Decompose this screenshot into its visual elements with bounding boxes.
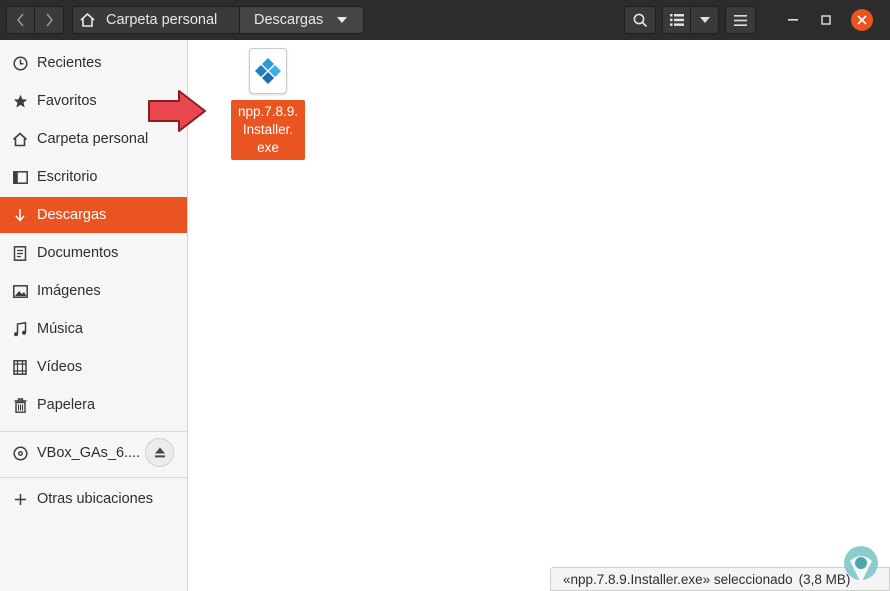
chevron-down-icon bbox=[699, 17, 710, 23]
sidebar-item-label: Descargas bbox=[37, 207, 107, 223]
document-icon bbox=[12, 245, 28, 261]
disc-icon bbox=[12, 445, 28, 461]
menu-button[interactable] bbox=[725, 6, 756, 34]
search-icon bbox=[633, 13, 647, 27]
minimize-icon bbox=[788, 19, 798, 21]
sidebar-item-videos[interactable]: Vídeos bbox=[0, 349, 187, 385]
minimize-button[interactable] bbox=[782, 9, 804, 31]
sidebar-item-label: Música bbox=[37, 321, 83, 337]
sidebar-item-label: Escritorio bbox=[37, 169, 98, 185]
file-view: npp.7.8.9. Installer. exe bbox=[189, 40, 890, 591]
home-icon bbox=[80, 12, 95, 27]
sidebar-item-label: Recientes bbox=[37, 55, 102, 71]
sidebar-item-papelera[interactable]: Papelera bbox=[0, 387, 187, 423]
chevron-down-icon bbox=[337, 17, 348, 23]
clock-icon bbox=[12, 55, 28, 71]
sidebar-item-otras-ubicaciones[interactable]: Otras ubicaciones bbox=[0, 481, 187, 517]
eject-icon bbox=[154, 447, 165, 458]
breadcrumb: Carpeta personal Descargas bbox=[72, 6, 364, 34]
sidebar-item-label: Carpeta personal bbox=[37, 131, 149, 147]
sidebar-item-label: Documentos bbox=[37, 245, 119, 261]
image-icon bbox=[12, 283, 28, 299]
sidebar-item-musica[interactable]: Música bbox=[0, 311, 187, 347]
sidebar-item-label: Papelera bbox=[37, 397, 96, 413]
back-button[interactable] bbox=[6, 6, 35, 34]
breadcrumb-current[interactable]: Descargas bbox=[240, 6, 364, 34]
sidebar-item-escritorio[interactable]: Escritorio bbox=[0, 159, 187, 195]
sidebar-divider bbox=[0, 431, 187, 432]
music-icon bbox=[12, 321, 28, 337]
desktop-icon bbox=[12, 169, 28, 185]
sidebar-item-label: Favoritos bbox=[37, 93, 97, 109]
sidebar-item-label: VBox_GAs_6.... bbox=[37, 445, 141, 461]
breadcrumb-home-label: Carpeta personal bbox=[106, 12, 218, 28]
file-manager-window: Carpeta personal Descargas Recientes Fav… bbox=[0, 0, 890, 591]
breadcrumb-home[interactable]: Carpeta personal bbox=[72, 6, 240, 34]
chevron-right-icon bbox=[46, 13, 53, 27]
video-icon bbox=[12, 359, 28, 375]
chevron-left-icon bbox=[16, 13, 24, 27]
file-name-line: Installer. bbox=[242, 122, 294, 137]
file-name: npp.7.8.9. Installer. exe bbox=[231, 100, 305, 160]
sidebar-item-label: Otras ubicaciones bbox=[37, 491, 154, 507]
breadcrumb-current-label: Descargas bbox=[254, 12, 324, 28]
sidebar-item-descargas[interactable]: Descargas bbox=[0, 197, 187, 233]
view-options-button[interactable] bbox=[690, 6, 719, 34]
close-icon bbox=[857, 15, 867, 25]
annotation-arrow-icon bbox=[148, 90, 206, 132]
status-text: «npp.7.8.9.Installer.exe» seleccionado bbox=[563, 571, 793, 587]
sidebar-item-documentos[interactable]: Documentos bbox=[0, 235, 187, 271]
forward-button[interactable] bbox=[34, 6, 64, 34]
file-name-line: exe bbox=[257, 140, 279, 155]
maximize-icon bbox=[821, 15, 831, 25]
home-icon bbox=[12, 131, 28, 147]
maximize-button[interactable] bbox=[815, 9, 837, 31]
close-button[interactable] bbox=[851, 9, 873, 31]
sidebar-item-recientes[interactable]: Recientes bbox=[0, 45, 187, 81]
list-view-icon bbox=[669, 14, 684, 26]
star-icon bbox=[12, 93, 28, 109]
file-name-line: npp.7.8.9. bbox=[237, 104, 299, 119]
list-view-button[interactable] bbox=[662, 6, 691, 34]
plus-icon bbox=[12, 491, 28, 507]
sidebar-item-label: Imágenes bbox=[37, 283, 101, 299]
sidebar-item-label: Vídeos bbox=[37, 359, 83, 375]
search-button[interactable] bbox=[624, 6, 656, 34]
installer-icon bbox=[249, 48, 287, 94]
watermark-logo-icon bbox=[844, 546, 878, 583]
trash-icon bbox=[12, 397, 28, 413]
sidebar-divider bbox=[0, 477, 187, 478]
eject-button[interactable] bbox=[145, 438, 174, 467]
hamburger-icon bbox=[734, 14, 747, 26]
header-bar: Carpeta personal Descargas bbox=[0, 0, 890, 40]
download-icon bbox=[12, 207, 28, 223]
sidebar-item-imagenes[interactable]: Imágenes bbox=[0, 273, 187, 309]
